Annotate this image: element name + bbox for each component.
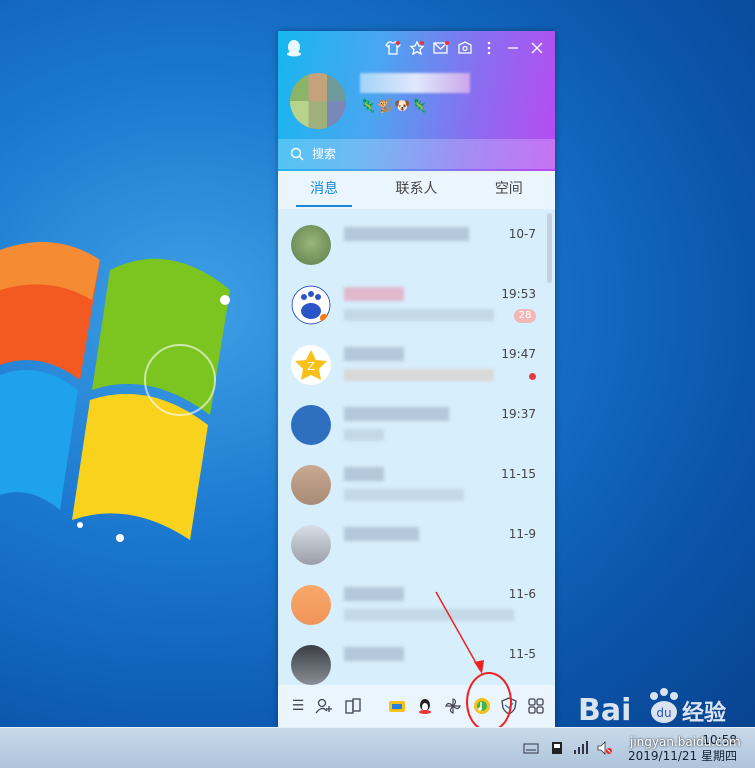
tab-messages[interactable]: 消息 — [278, 171, 370, 209]
keyboard-icon[interactable] — [523, 740, 539, 754]
contact-name-blurred — [344, 347, 404, 361]
contact-name-blurred — [344, 647, 404, 661]
penguin-icon[interactable] — [416, 697, 434, 715]
list-item[interactable]: 11-5 — [278, 633, 548, 685]
list-item[interactable]: 19:37 — [278, 393, 548, 453]
tab-contacts[interactable]: 联系人 — [370, 171, 462, 209]
message-time: 11-9 — [508, 527, 536, 541]
search-icon — [290, 147, 304, 161]
mail-icon[interactable] — [429, 39, 453, 57]
baidu-watermark-logo: Bai du 经验 — [578, 688, 726, 728]
contact-name-blurred — [344, 587, 404, 601]
message-time: 19:47 — [501, 347, 536, 361]
message-preview-blurred — [344, 369, 494, 381]
watermark-du: du — [656, 706, 671, 720]
annotation-arrow — [435, 591, 484, 674]
contact-name-blurred — [344, 467, 384, 481]
message-preview-blurred — [344, 309, 494, 321]
message-time: 11-15 — [501, 467, 536, 481]
device-icon[interactable] — [549, 740, 565, 754]
avatar — [291, 405, 331, 445]
search-bar[interactable]: 搜索 — [278, 139, 555, 169]
qq-header: 🦎🐒🐶🦎 搜索 — [278, 31, 555, 171]
list-item[interactable]: 19:53 28 — [278, 273, 548, 333]
avatar — [291, 585, 331, 625]
conversation-list: 10-7 19:53 28 Z 19:47 19:37 11-15 11-9 1… — [278, 209, 555, 685]
list-item[interactable]: 11-15 — [278, 453, 548, 513]
message-time: 11-6 — [508, 587, 536, 601]
close-icon[interactable] — [525, 39, 549, 57]
apps-icon[interactable] — [344, 697, 362, 715]
message-preview-blurred — [344, 489, 464, 501]
baidu-avatar — [291, 285, 331, 325]
gift-icon[interactable] — [453, 39, 477, 57]
list-item[interactable]: 11-9 — [278, 513, 548, 573]
volume-muted-icon[interactable] — [597, 740, 613, 755]
avatar — [291, 225, 331, 265]
avatar — [291, 645, 331, 685]
qzone-avatar: Z — [291, 345, 331, 385]
unread-dot — [529, 373, 536, 380]
tab-qzone[interactable]: 空间 — [463, 171, 555, 209]
list-item[interactable]: 10-7 — [278, 213, 548, 273]
svg-text:Z: Z — [307, 360, 315, 373]
list-item[interactable]: 11-6 — [278, 573, 548, 633]
grid-icon[interactable] — [527, 697, 545, 715]
message-time: 19:37 — [501, 407, 536, 421]
user-avatar[interactable] — [290, 73, 346, 129]
contact-name-blurred — [344, 527, 419, 541]
unread-badge: 28 — [514, 309, 536, 323]
tab-bar: 消息 联系人 空间 — [278, 171, 555, 209]
list-item[interactable]: Z 19:47 — [278, 333, 548, 393]
search-placeholder: 搜索 — [312, 147, 337, 161]
bottom-toolbar: ☰ — [278, 685, 555, 727]
contact-name-blurred — [344, 227, 469, 241]
pet-icon: 🐒 — [377, 99, 395, 114]
contact-name-blurred — [344, 287, 404, 301]
more-icon[interactable] — [477, 39, 501, 57]
watermark-brand: Bai — [578, 693, 631, 728]
tshirt-icon[interactable] — [381, 39, 405, 57]
pinwheel-icon[interactable] — [444, 697, 462, 715]
dog-icon: 🐶 — [394, 99, 412, 114]
watermark-site: jingyan.baidu.com — [630, 735, 741, 749]
status-icons[interactable]: 🦎🐒🐶🦎 — [360, 99, 429, 114]
contact-name-blurred — [344, 407, 449, 421]
network-icon[interactable] — [573, 740, 589, 754]
qq-penguin-icon[interactable] — [286, 39, 302, 57]
message-time: 10-7 — [508, 227, 536, 241]
message-preview-blurred — [344, 429, 384, 441]
pet-icon: 🦎 — [411, 99, 429, 114]
message-time: 11-5 — [508, 647, 536, 661]
nickname-blurred[interactable] — [360, 73, 470, 93]
game-icon[interactable] — [388, 697, 406, 715]
add-contact-icon[interactable] — [315, 697, 333, 715]
message-time: 19:53 — [501, 287, 536, 301]
watermark-cn: 经验 — [682, 700, 726, 726]
clock-date: 2019/11/21 星期四 — [628, 749, 737, 763]
star-icon[interactable] — [405, 39, 429, 57]
minimize-icon[interactable] — [501, 39, 525, 57]
qq-main-panel: 🦎🐒🐶🦎 搜索 消息 联系人 空间 10-7 19:53 28 Z 19:47 … — [278, 31, 555, 727]
pet-icon: 🦎 — [360, 99, 378, 114]
annotation-circle — [466, 672, 512, 732]
menu-icon[interactable]: ☰ — [289, 697, 307, 715]
windows-logo — [0, 242, 230, 542]
avatar — [291, 525, 331, 565]
avatar — [291, 465, 331, 505]
